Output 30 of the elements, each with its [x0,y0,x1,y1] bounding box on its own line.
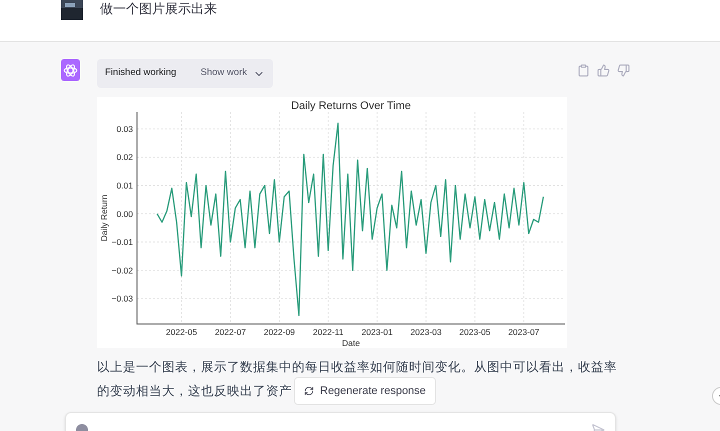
x-tick-label: 2023-05 [459,327,491,337]
user-message: 做一个图片展示出来 [100,0,217,18]
logo-icon [63,62,78,78]
copy-icon[interactable] [577,64,590,77]
status-label: Finished working [105,66,176,80]
x-tick-label: 2022-05 [166,327,198,337]
y-tick-label: −0.03 [111,294,133,304]
x-tick-label: 2023-07 [508,327,540,337]
thumbs-up-icon[interactable] [597,64,610,77]
x-tick-label: 2023-01 [362,327,393,337]
show-work-button[interactable]: Show work [200,66,265,81]
thumbs-down-icon[interactable] [617,64,630,77]
y-tick-label: 0.01 [116,180,133,190]
response-text: 以上是一个图表，展示了数据集中的每日收益率如何随时间变化。从图中可以看出，收益率 [97,359,617,376]
x-tick-label: 2022-07 [214,327,246,337]
y-tick-label: 0.02 [116,152,133,162]
y-tick-label: 0.03 [116,124,133,134]
x-tick-label: 2022-09 [264,327,295,337]
y-tick-label: −0.02 [111,265,133,276]
chart-title: Daily Returns Over Time [291,100,411,112]
user-avatar [61,0,83,20]
y-tick-label: 0.00 [116,208,133,219]
x-tick-label: 2022-11 [312,327,344,337]
refresh-icon [304,386,314,396]
y-axis-label: Daily Return [99,194,109,242]
x-tick-label: 2023-03 [410,327,442,337]
regenerate-button[interactable]: Regenerate response [294,377,436,405]
x-axis-label: Date [342,338,360,348]
y-tick-label: −0.01 [111,237,133,248]
response-text: 的变动相当大，这也反映出了资产 [97,382,292,400]
